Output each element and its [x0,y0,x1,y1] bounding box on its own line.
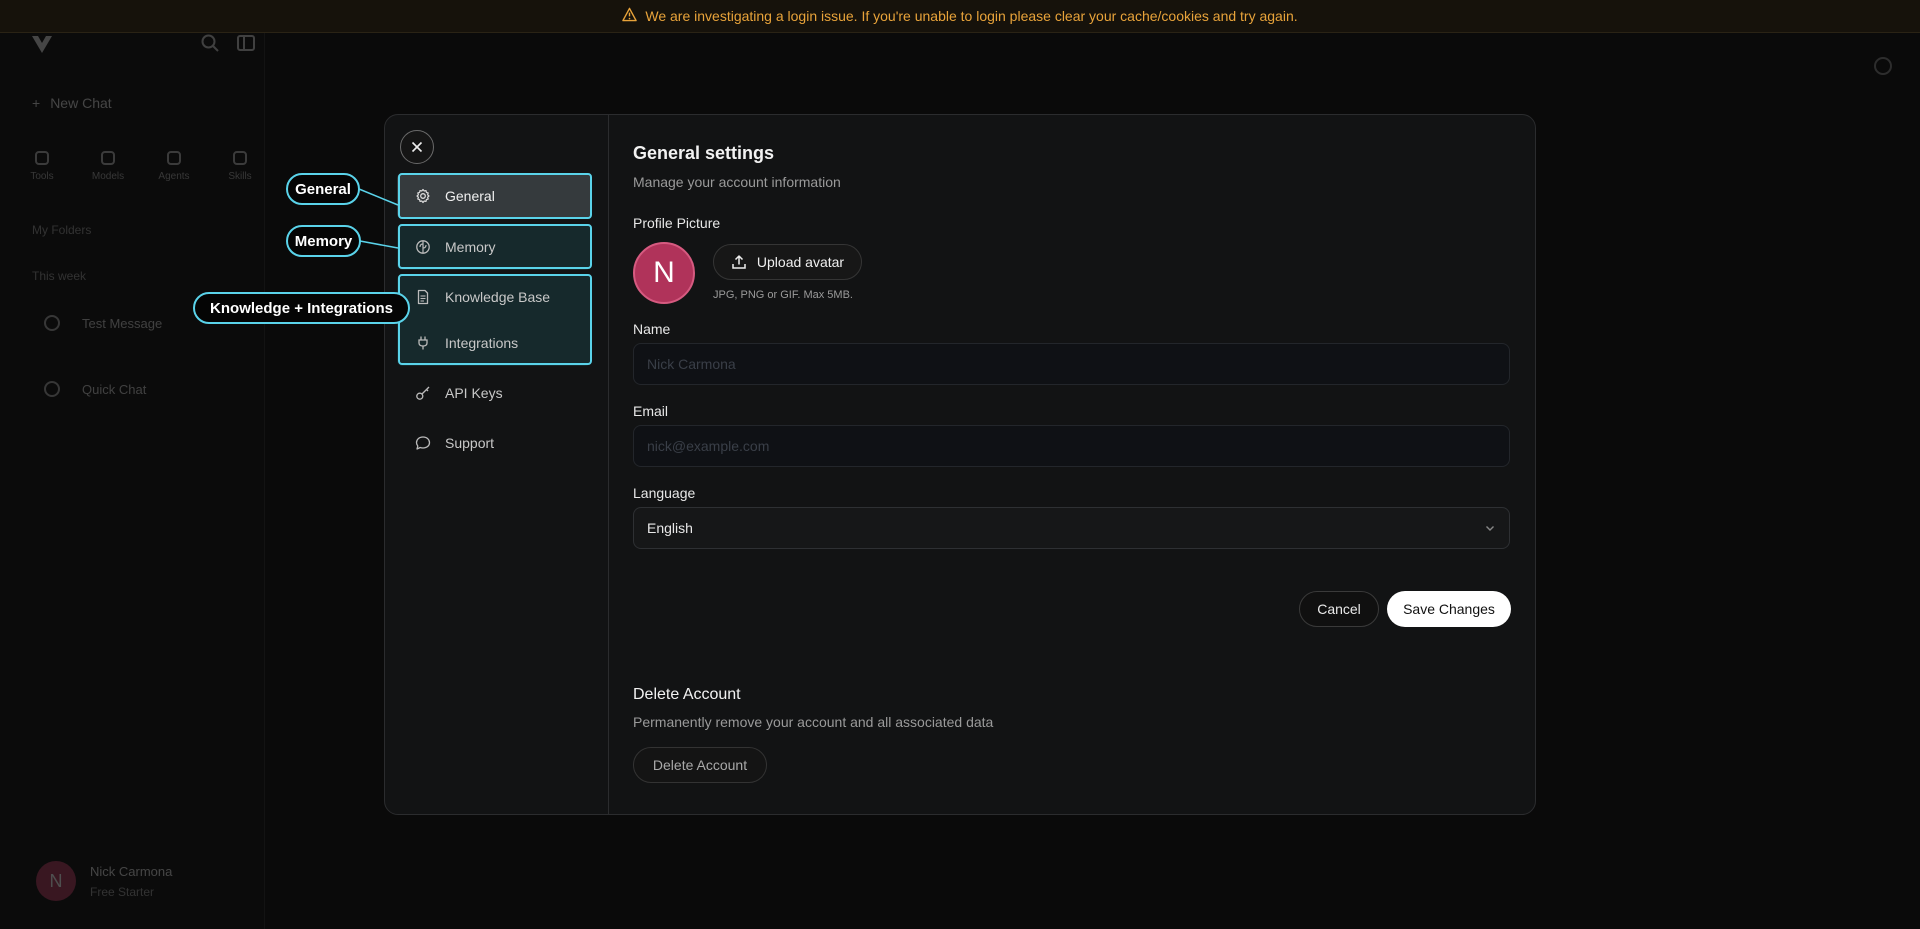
plus-icon: + [32,95,41,111]
new-chat-button[interactable]: + New Chat [32,95,112,111]
email-label: Email [633,403,669,419]
background-sidebar: + New Chat Tools Models Agents Skills My… [0,33,265,929]
delete-account-title: Delete Account [633,686,741,703]
search-icon[interactable] [200,33,220,53]
banner-message: We are investigating a login issue. If y… [645,8,1298,24]
callout-general: General [286,173,360,205]
sidebar-top-icons [200,33,256,53]
user-avatar: N [36,861,76,901]
plug-icon [418,336,428,350]
settings-modal: General Memory Knowledge Base Integratio… [384,114,1536,815]
delete-account-subtitle: Permanently remove your account and all … [633,714,994,730]
upload-hint: JPG, PNG or GIF. Max 5MB. [713,289,853,301]
user-profile[interactable]: N Nick Carmona Free Starter [36,861,172,901]
skills-icon [233,151,247,165]
chat-bubble-icon [415,436,431,450]
help-icon[interactable] [1874,57,1892,75]
language-value: English [647,520,693,536]
quick-actions: Tools Models Agents Skills [22,151,260,182]
general-settings-panel: General settings Manage your account inf… [633,115,1513,814]
chat-icon [44,381,60,397]
quick-action-agents[interactable]: Agents [154,151,194,182]
nav-item-support[interactable]: Support [397,420,591,466]
name-label: Name [633,321,671,337]
document-icon [417,289,429,305]
chevron-down-icon [1486,526,1494,531]
callout-memory: Memory [286,225,361,257]
page-subtitle: Manage your account information [633,174,841,190]
user-name: Nick Carmona [90,863,173,879]
chat-item[interactable]: Test Message [44,315,162,331]
sidebar-toggle-icon[interactable] [236,33,256,53]
language-select[interactable]: English [633,507,1510,549]
close-button[interactable] [400,130,434,164]
delete-account-button[interactable]: Delete Account [633,747,767,783]
warning-icon [622,7,638,25]
upload-icon [732,255,746,269]
quick-action-models[interactable]: Models [88,151,128,182]
profile-picture-label: Profile Picture [633,215,721,231]
close-icon [411,141,423,153]
language-label: Language [633,485,696,501]
section-history: This week [32,269,87,283]
gear-icon [416,188,430,204]
nav-item-memory[interactable]: Memory [397,224,591,270]
tools-icon [35,151,49,165]
quick-action-skills[interactable]: Skills [220,151,260,182]
settings-nav: General Memory Knowledge Base Integratio… [385,115,609,814]
nav-item-knowledge-base[interactable]: Knowledge Base [397,274,591,320]
section-folders: My Folders [32,223,92,237]
quick-action-tools[interactable]: Tools [22,151,62,182]
callout-knowledge-integrations: Knowledge + Integrations [193,292,410,324]
save-changes-button[interactable]: Save Changes [1387,591,1511,627]
logo-icon [30,33,54,55]
upload-avatar-button[interactable]: Upload avatar [713,244,862,280]
chat-icon [44,315,60,331]
email-field[interactable] [633,425,1510,467]
cancel-button[interactable]: Cancel [1299,591,1379,627]
page-title: General settings [633,143,775,163]
agents-icon [167,151,181,165]
models-icon [101,151,115,165]
nav-item-general[interactable]: General [397,173,591,219]
brain-icon [416,240,430,254]
name-field[interactable] [633,343,1510,385]
chat-item[interactable]: Quick Chat [44,381,146,397]
key-icon [416,386,430,400]
avatar: N [633,242,695,304]
nav-item-api-keys[interactable]: API Keys [397,370,591,416]
announcement-banner: We are investigating a login issue. If y… [0,0,1920,33]
user-plan: Free Starter [90,884,155,899]
nav-item-integrations[interactable]: Integrations [397,320,591,366]
